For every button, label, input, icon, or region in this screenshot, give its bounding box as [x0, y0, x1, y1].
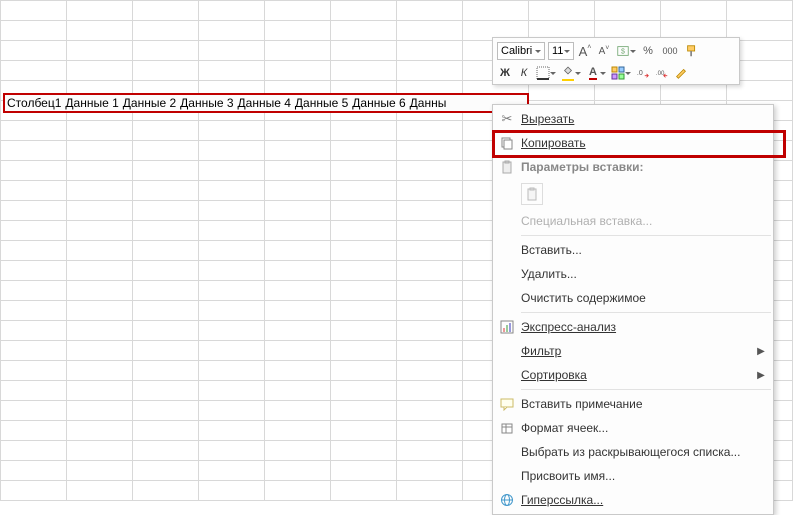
menu-copy[interactable]: Копировать: [493, 131, 773, 155]
brush-icon: [674, 66, 688, 80]
menu-separator: [521, 312, 771, 313]
hyperlink-icon: [493, 493, 521, 507]
format-cells-icon: [493, 421, 521, 435]
format-painter-button[interactable]: [684, 42, 700, 60]
cell[interactable]: Данные 1: [63, 96, 120, 110]
paste-options-row: [493, 179, 773, 209]
cell-styles-icon: [611, 66, 625, 80]
svg-text:$: $: [621, 49, 625, 56]
menu-insert-comment[interactable]: Вставить примечание: [493, 392, 773, 416]
dec-decimal-icon: .0: [636, 66, 650, 80]
borders-icon: [536, 66, 550, 80]
percent-button[interactable]: %: [640, 42, 656, 60]
menu-separator: [521, 235, 771, 236]
menu-paste-special: Специальная вставка...: [493, 209, 773, 233]
font-color-icon: А: [589, 67, 597, 80]
clipboard-icon: [493, 160, 521, 174]
format-painter-icon: [685, 44, 699, 58]
cell[interactable]: Столбец1: [5, 96, 63, 110]
decrease-decimal-button[interactable]: .0: [635, 64, 651, 82]
menu-quick-analysis[interactable]: Экспресс-анализ: [493, 315, 773, 339]
font-family-select[interactable]: Calibri: [497, 42, 545, 60]
copy-icon: [493, 136, 521, 150]
cell[interactable]: Данные 2: [121, 96, 178, 110]
borders-button[interactable]: [535, 64, 551, 82]
menu-separator: [521, 389, 771, 390]
font-color-button[interactable]: А: [585, 64, 601, 82]
menu-sort[interactable]: Сортировка ▶: [493, 363, 773, 387]
cell[interactable]: Данные 3: [178, 96, 235, 110]
submenu-arrow-icon: ▶: [755, 370, 767, 381]
paste-option-default[interactable]: [521, 183, 543, 205]
font-size-select[interactable]: 11: [548, 42, 574, 60]
thousand-separator-button[interactable]: 000: [659, 42, 681, 60]
grow-font-button[interactable]: A˄: [577, 42, 593, 60]
menu-dropdown-list[interactable]: Выбрать из раскрывающегося списка...: [493, 440, 773, 464]
svg-text:.0: .0: [637, 70, 643, 77]
context-menu: ✂ Вырезать Копировать Параметры вставки:…: [492, 104, 774, 515]
scissors-icon: ✂: [493, 111, 521, 127]
menu-paste-options-heading: Параметры вставки:: [493, 155, 773, 179]
menu-delete[interactable]: Удалить...: [493, 262, 773, 286]
menu-hyperlink[interactable]: Гиперссылка...: [493, 488, 773, 512]
shrink-font-button[interactable]: A˅: [596, 42, 612, 60]
quick-analysis-icon: [493, 320, 521, 334]
bold-button[interactable]: Ж: [497, 64, 513, 82]
accounting-format-button[interactable]: $: [615, 42, 631, 60]
cell[interactable]: Данные 6: [350, 96, 407, 110]
increase-decimal-button[interactable]: .00: [654, 64, 670, 82]
fill-bucket-icon: [562, 65, 574, 81]
menu-format-cells[interactable]: Формат ячеек...: [493, 416, 773, 440]
mini-toolbar: Calibri 11 A˄ A˅ $ % 000 Ж К А .0: [492, 37, 740, 85]
fill-color-button[interactable]: [560, 64, 576, 82]
cell-styles-button[interactable]: [610, 64, 626, 82]
clipboard-small-icon: [525, 187, 539, 201]
menu-cut[interactable]: ✂ Вырезать: [493, 107, 773, 131]
italic-button[interactable]: К: [516, 64, 532, 82]
cell[interactable]: Данны: [408, 96, 449, 110]
menu-insert[interactable]: Вставить...: [493, 238, 773, 262]
menu-filter[interactable]: Фильтр ▶: [493, 339, 773, 363]
selected-row-highlight: Столбец1 Данные 1 Данные 2 Данные 3 Данн…: [3, 93, 529, 113]
comment-icon: [493, 397, 521, 411]
menu-clear-contents[interactable]: Очистить содержимое: [493, 286, 773, 310]
cell[interactable]: Данные 5: [293, 96, 350, 110]
format-painter-button-2[interactable]: [673, 64, 689, 82]
menu-define-name[interactable]: Присвоить имя...: [493, 464, 773, 488]
inc-decimal-icon: .00: [655, 66, 669, 80]
accounting-icon: $: [616, 44, 630, 58]
submenu-arrow-icon: ▶: [755, 346, 767, 357]
cell[interactable]: Данные 4: [236, 96, 293, 110]
